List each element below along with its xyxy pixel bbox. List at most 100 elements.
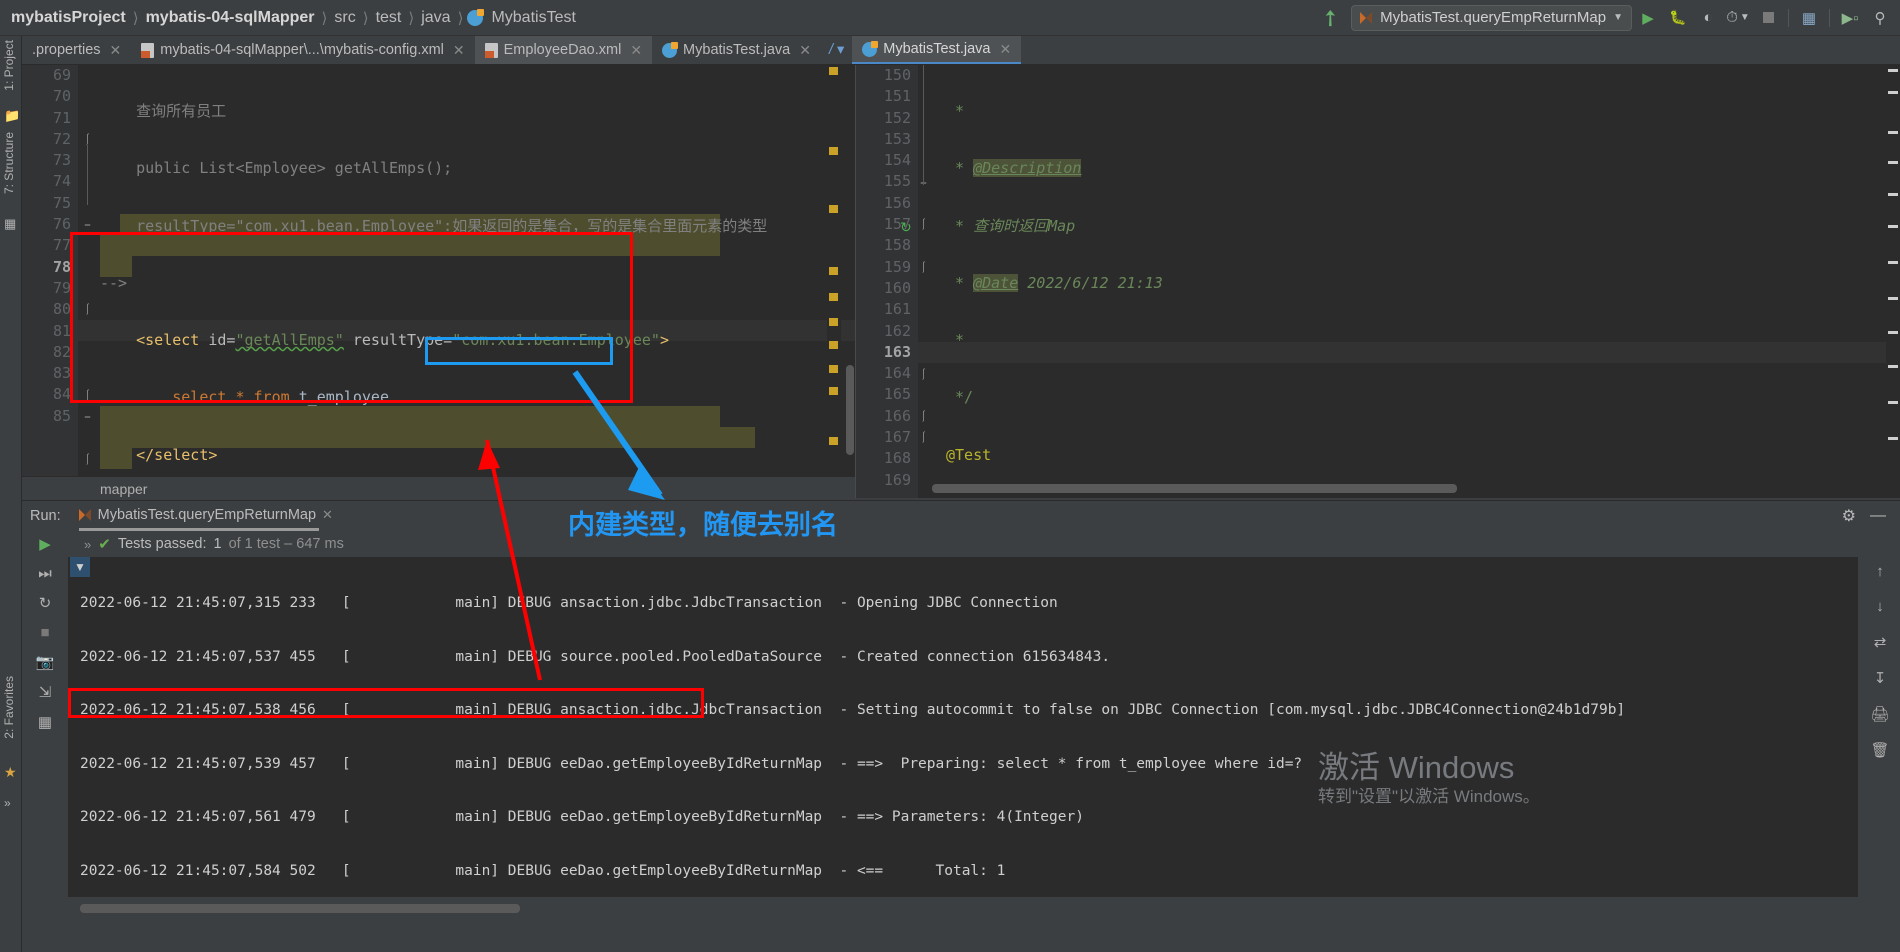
profiler-icon[interactable]: ⏱ ▼: [1724, 4, 1752, 32]
print-icon[interactable]: 🖨: [1870, 705, 1889, 723]
toggle-auto-test-icon[interactable]: ↻: [39, 594, 52, 612]
editor-mybatistest-java[interactable]: 150 151 152 153 154 155 156 157 158 159 …: [855, 65, 1900, 498]
stripe-marker: [829, 318, 838, 326]
scroll-up-icon[interactable]: ↑: [1876, 563, 1884, 580]
stripe-marker: [829, 293, 838, 301]
code-line: 查询所有员工: [100, 102, 227, 120]
run-config-icon: [1360, 11, 1373, 24]
close-icon[interactable]: ✕: [453, 42, 465, 59]
stripe-marker: [829, 341, 838, 349]
xml-breadcrumb-strip[interactable]: mapper: [22, 476, 855, 500]
breadcrumb-separator: ⟩: [132, 9, 139, 27]
stripe-marker: [829, 437, 838, 445]
tab-mybatis-config-xml[interactable]: mybatis-04-sqlMapper\...\mybatis-config.…: [131, 36, 474, 64]
breadcrumb-item-java[interactable]: java: [418, 9, 453, 27]
code-line: -->: [100, 273, 128, 292]
toolbar-actions: ➚ MybatisTest.queryEmpReturnMap ▼ ▶ 🐛 ◐ …: [1311, 2, 1900, 33]
run-label: Run:: [30, 508, 61, 524]
error-stripe-column[interactable]: [1886, 65, 1900, 498]
tab-mybatistest-java-1[interactable]: MybatisTest.java ✕: [652, 36, 821, 64]
run-session-title: MybatisTest.queryEmpReturnMap: [97, 507, 317, 523]
gear-icon[interactable]: ⚙: [1842, 506, 1856, 526]
tab-mybatistest-java-2[interactable]: MybatisTest.java ✕: [852, 36, 1022, 64]
console-horizontal-scrollbar[interactable]: [80, 904, 520, 913]
stripe-marker: [1888, 69, 1898, 72]
sidebar-item-project[interactable]: 1: Project: [2, 40, 16, 91]
tab-properties[interactable]: .properties ✕: [22, 36, 131, 64]
build-hammer-icon[interactable]: ➚: [1307, 0, 1353, 40]
sidebar-label-project: 1: Project: [2, 40, 16, 91]
export-icon[interactable]: ⇲: [39, 683, 52, 701]
stop-icon[interactable]: ■: [40, 624, 49, 641]
close-icon[interactable]: ✕: [999, 41, 1011, 58]
breadcrumb-item-module[interactable]: mybatis-04-sqlMapper: [143, 9, 318, 27]
sidebar-item-structure[interactable]: 7: Structure: [2, 132, 16, 194]
breadcrumb-item-class[interactable]: MybatisTest: [488, 9, 578, 27]
stripe-marker: [829, 267, 838, 275]
database-icon[interactable]: ▦: [4, 216, 16, 232]
minimize-icon[interactable]: —: [1870, 507, 1886, 525]
run-icon[interactable]: ▶: [1634, 4, 1662, 32]
console-collapse-icon[interactable]: ▼: [70, 557, 90, 577]
stripe-marker: [829, 205, 838, 213]
breadcrumb-separator: ⟩: [321, 9, 328, 27]
project-structure-icon[interactable]: ▦: [1795, 4, 1823, 32]
rerun-icon[interactable]: ▶: [39, 535, 51, 553]
run-header-actions: ⚙ —: [1842, 506, 1900, 526]
breadcrumb-item-test[interactable]: test: [373, 9, 405, 27]
console-line: 2022-06-12 21:45:07,561 479 [ main] DEBU…: [80, 809, 1084, 826]
favorites-star-icon[interactable]: ★: [4, 764, 17, 781]
close-icon[interactable]: ✕: [799, 42, 811, 59]
xml-breadcrumb-mapper[interactable]: mapper: [100, 481, 147, 497]
terminal-icon[interactable]: ▶▫: [1836, 4, 1864, 32]
clear-all-icon[interactable]: 🗑: [1870, 741, 1889, 759]
java-class-icon: [467, 8, 485, 26]
console-output[interactable]: 2022-06-12 21:45:07,315 233 [ main] DEBU…: [68, 557, 1858, 897]
tab-label: mybatis-04-sqlMapper\...\mybatis-config.…: [160, 42, 444, 58]
horizontal-scrollbar[interactable]: [932, 484, 1457, 493]
close-icon[interactable]: ✕: [110, 42, 122, 59]
tab-label: EmployeeDao.xml: [503, 42, 622, 58]
error-stripe-column[interactable]: [827, 65, 841, 498]
console-line: 2022-06-12 21:45:07,537 455 [ main] DEBU…: [80, 648, 1111, 665]
run-session-tab[interactable]: MybatisTest.queryEmpReturnMap ✕: [78, 507, 333, 531]
tab-overflow-button[interactable]: / ▾: [821, 36, 852, 64]
stripe-marker: [1888, 193, 1898, 196]
chevron-down-icon: ▼: [1613, 12, 1623, 23]
code-content-java[interactable]: * * @Description * 查询时返回Map * @Date 2022…: [856, 65, 1900, 498]
soft-wrap-icon[interactable]: ⇄: [1874, 633, 1887, 651]
italic-marker-icon: /: [828, 42, 833, 58]
code-content-xml[interactable]: 查询所有员工 public List<Employee> getAllEmps(…: [22, 65, 855, 498]
breadcrumb-separator: ⟩: [457, 9, 464, 27]
code-line: @Test: [946, 445, 992, 464]
breadcrumb-item-project[interactable]: mybatisProject: [8, 9, 129, 27]
stop-icon[interactable]: [1754, 4, 1782, 32]
close-icon[interactable]: ✕: [322, 507, 333, 523]
vertical-scrollbar[interactable]: [846, 365, 854, 455]
tab-employeedao-xml[interactable]: EmployeeDao.xml ✕: [474, 36, 653, 64]
run-config-label: MybatisTest.queryEmpReturnMap: [1380, 9, 1607, 26]
sidebar-item-favorites[interactable]: 2: Favorites: [2, 676, 16, 739]
code-line: * 查询时返回Map: [946, 216, 1076, 235]
run-tool-window: Run: MybatisTest.queryEmpReturnMap ✕ ⚙ —…: [22, 500, 1900, 952]
run-configuration-selector[interactable]: MybatisTest.queryEmpReturnMap ▼: [1351, 4, 1632, 31]
console-line: 2022-06-12 21:45:07,584 502 [ main] DEBU…: [80, 862, 1006, 879]
breadcrumb-separator: ⟩: [362, 9, 369, 27]
editor-employeedao-xml[interactable]: 69 70 71 72 73 74 75 76 77 78 79 80 81 8…: [22, 65, 855, 498]
debug-icon[interactable]: 🐛: [1664, 4, 1692, 32]
expand-chevron-icon[interactable]: »: [84, 537, 91, 552]
structure-folder-icon[interactable]: 📁: [4, 108, 20, 124]
rerun-failed-icon[interactable]: ⏭: [38, 565, 52, 582]
stripe-marker: [1888, 297, 1898, 300]
scroll-to-end-icon[interactable]: ↧: [1874, 669, 1887, 687]
code-line: * @Date 2022/6/12 21:13: [946, 273, 1163, 292]
layout-icon[interactable]: ▦: [38, 713, 52, 731]
search-icon[interactable]: ⚲: [1866, 4, 1894, 32]
breadcrumb-item-src[interactable]: src: [331, 9, 358, 27]
close-icon[interactable]: ✕: [630, 42, 642, 59]
run-with-coverage-icon[interactable]: ◐: [1694, 4, 1722, 32]
scroll-down-icon[interactable]: ↓: [1876, 598, 1884, 615]
expand-strip-icon[interactable]: »: [4, 796, 11, 810]
stripe-marker: [1888, 261, 1898, 264]
camera-icon[interactable]: 📷: [36, 653, 55, 671]
